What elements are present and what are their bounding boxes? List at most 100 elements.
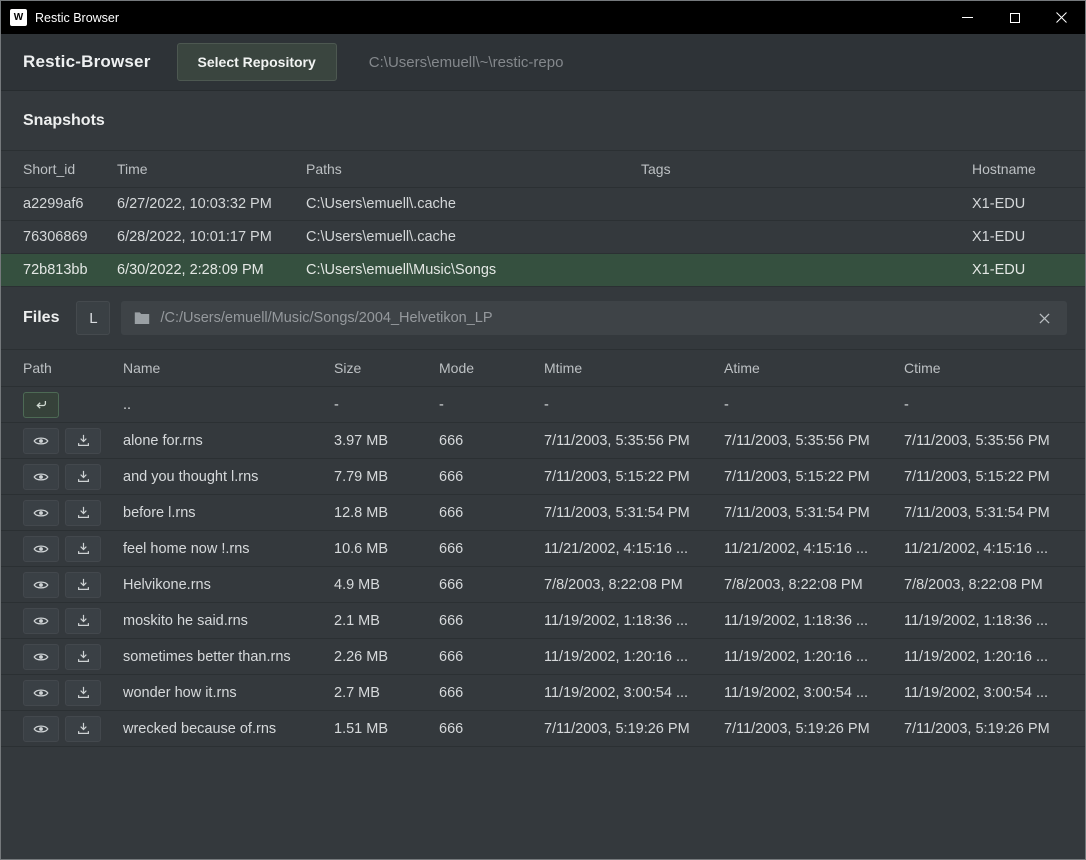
parent-dir-row[interactable]: .. - - - - - xyxy=(1,387,1085,423)
column-header-mtime: Mtime xyxy=(544,360,724,376)
download-button[interactable] xyxy=(65,572,101,598)
select-repository-button[interactable]: Select Repository xyxy=(177,43,337,81)
minimize-icon xyxy=(962,12,973,23)
close-icon xyxy=(1039,313,1050,324)
snapshot-hostname: X1-EDU xyxy=(972,262,1067,278)
maximize-button[interactable] xyxy=(991,1,1038,34)
table-row[interactable]: 76306869 6/28/2022, 10:01:17 PM C:\Users… xyxy=(1,221,1085,254)
file-atime: 7/11/2003, 5:19:26 PM xyxy=(724,721,904,737)
file-atime: 7/8/2003, 8:22:08 PM xyxy=(724,577,904,593)
preview-button[interactable] xyxy=(23,716,59,742)
titlebar-drag-area[interactable]: W Restic Browser xyxy=(1,1,944,34)
titlebar: W Restic Browser xyxy=(1,1,1085,34)
files-table-header: Path Name Size Mode Mtime Atime Ctime xyxy=(1,349,1085,387)
download-button[interactable] xyxy=(65,428,101,454)
file-mtime: 11/19/2002, 1:20:16 ... xyxy=(544,649,724,665)
file-size: 3.97 MB xyxy=(334,433,439,449)
column-header-time: Time xyxy=(117,161,306,177)
download-button[interactable] xyxy=(65,464,101,490)
folder-icon xyxy=(134,311,150,325)
table-row[interactable]: before l.rns 12.8 MB 666 7/11/2003, 5:31… xyxy=(1,495,1085,531)
preview-button[interactable] xyxy=(23,500,59,526)
snapshot-short-id: 72b813bb xyxy=(23,262,117,278)
file-atime: 7/11/2003, 5:35:56 PM xyxy=(724,433,904,449)
file-name: wonder how it.rns xyxy=(123,685,334,701)
file-mode: 666 xyxy=(439,685,544,701)
snapshot-hostname: X1-EDU xyxy=(972,196,1067,212)
preview-button[interactable] xyxy=(23,464,59,490)
download-button[interactable] xyxy=(65,716,101,742)
file-mode: 666 xyxy=(439,649,544,665)
preview-button[interactable] xyxy=(23,608,59,634)
table-row[interactable]: moskito he said.rns 2.1 MB 666 11/19/200… xyxy=(1,603,1085,639)
file-mode: 666 xyxy=(439,433,544,449)
file-ctime: 7/11/2003, 5:31:54 PM xyxy=(904,505,1067,521)
table-row[interactable]: sometimes better than.rns 2.26 MB 666 11… xyxy=(1,639,1085,675)
file-name: before l.rns xyxy=(123,505,334,521)
file-mtime: - xyxy=(544,397,724,413)
file-atime: 11/19/2002, 3:00:54 ... xyxy=(724,685,904,701)
snapshots-table-header: Short_id Time Paths Tags Hostname xyxy=(1,150,1085,188)
table-row[interactable]: wrecked because of.rns 1.51 MB 666 7/11/… xyxy=(1,711,1085,747)
app-title: Restic-Browser xyxy=(23,52,151,72)
file-atime: 11/19/2002, 1:20:16 ... xyxy=(724,649,904,665)
clear-path-button[interactable] xyxy=(1035,309,1054,328)
column-header-path: Path xyxy=(23,360,123,376)
file-name: sometimes better than.rns xyxy=(123,649,334,665)
file-name: moskito he said.rns xyxy=(123,613,334,629)
preview-button[interactable] xyxy=(23,572,59,598)
file-mtime: 11/19/2002, 3:00:54 ... xyxy=(544,685,724,701)
file-size: 4.9 MB xyxy=(334,577,439,593)
snapshots-table: Short_id Time Paths Tags Hostname a2299a… xyxy=(1,150,1085,287)
download-button[interactable] xyxy=(65,644,101,670)
file-mode: 666 xyxy=(439,721,544,737)
file-name: and you thought l.rns xyxy=(123,469,334,485)
snapshot-paths: C:\Users\emuell\.cache xyxy=(306,196,641,212)
preview-button[interactable] xyxy=(23,644,59,670)
table-row[interactable]: wonder how it.rns 2.7 MB 666 11/19/2002,… xyxy=(1,675,1085,711)
current-path-bar[interactable]: /C:/Users/emuell/Music/Songs/2004_Helvet… xyxy=(121,301,1067,335)
current-path: /C:/Users/emuell/Music/Songs/2004_Helvet… xyxy=(160,310,1025,326)
download-button[interactable] xyxy=(65,500,101,526)
file-size: 2.26 MB xyxy=(334,649,439,665)
table-row[interactable]: and you thought l.rns 7.79 MB 666 7/11/2… xyxy=(1,459,1085,495)
files-heading: Files xyxy=(23,309,59,327)
download-icon xyxy=(76,577,91,592)
table-row[interactable]: Helvikone.rns 4.9 MB 666 7/8/2003, 8:22:… xyxy=(1,567,1085,603)
file-ctime: 7/8/2003, 8:22:08 PM xyxy=(904,577,1067,593)
snapshot-hostname: X1-EDU xyxy=(972,229,1067,245)
table-row[interactable]: alone for.rns 3.97 MB 666 7/11/2003, 5:3… xyxy=(1,423,1085,459)
download-icon xyxy=(76,541,91,556)
column-header-paths: Paths xyxy=(306,161,641,177)
app-icon: W xyxy=(10,9,27,26)
snapshots-section-header: Snapshots xyxy=(1,91,1085,150)
download-button[interactable] xyxy=(65,608,101,634)
file-name: feel home now !.rns xyxy=(123,541,334,557)
file-size: 2.7 MB xyxy=(334,685,439,701)
file-mode: 666 xyxy=(439,541,544,557)
preview-button[interactable] xyxy=(23,536,59,562)
table-row-selected[interactable]: 72b813bb 6/30/2022, 2:28:09 PM C:\Users\… xyxy=(1,254,1085,287)
close-button[interactable] xyxy=(1038,1,1085,34)
table-row[interactable]: feel home now !.rns 10.6 MB 666 11/21/20… xyxy=(1,531,1085,567)
file-size: 7.79 MB xyxy=(334,469,439,485)
download-button[interactable] xyxy=(65,680,101,706)
file-mode: 666 xyxy=(439,469,544,485)
column-header-hostname: Hostname xyxy=(972,161,1067,177)
app-window: W Restic Browser Restic-Browser Select R… xyxy=(0,0,1086,860)
file-ctime: 11/21/2002, 4:15:16 ... xyxy=(904,541,1067,557)
table-row[interactable]: a2299af6 6/27/2022, 10:03:32 PM C:\Users… xyxy=(1,188,1085,221)
download-button[interactable] xyxy=(65,536,101,562)
parent-dir-button[interactable] xyxy=(23,392,59,418)
window-controls xyxy=(944,1,1085,34)
snapshot-time: 6/30/2022, 2:28:09 PM xyxy=(117,262,306,278)
file-name: .. xyxy=(123,397,334,413)
preview-button[interactable] xyxy=(23,680,59,706)
minimize-button[interactable] xyxy=(944,1,991,34)
preview-button[interactable] xyxy=(23,428,59,454)
file-ctime: 7/11/2003, 5:15:22 PM xyxy=(904,469,1067,485)
file-mtime: 11/21/2002, 4:15:16 ... xyxy=(544,541,724,557)
snapshots-heading: Snapshots xyxy=(23,112,105,130)
file-atime: - xyxy=(724,397,904,413)
list-mode-button[interactable]: L xyxy=(76,301,110,335)
